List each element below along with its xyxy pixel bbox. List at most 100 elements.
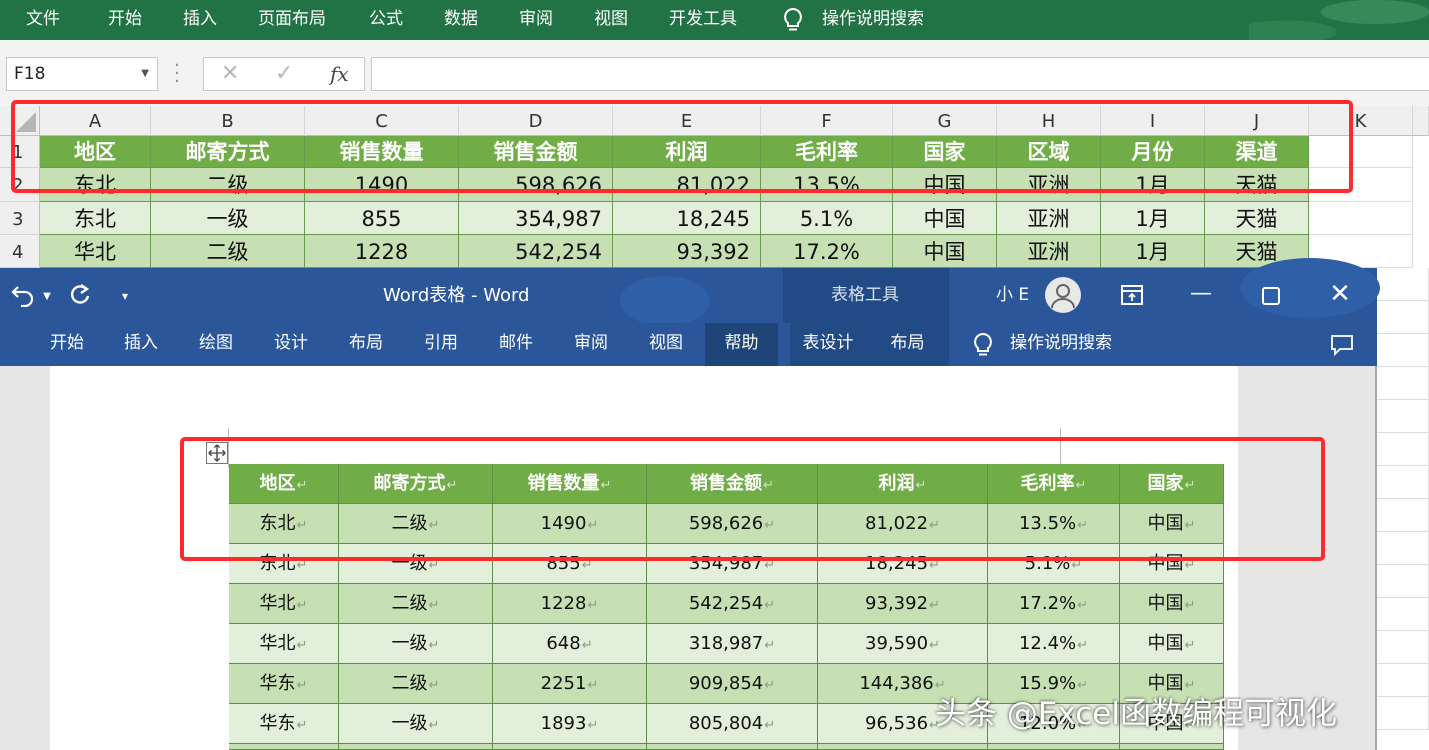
word-data-cell[interactable]: 一级↵ bbox=[339, 544, 493, 584]
word-data-cell[interactable]: 华北↵ bbox=[229, 624, 339, 664]
header-cell[interactable]: 毛利率 bbox=[761, 136, 893, 168]
excel-tab-view[interactable]: 视图 bbox=[594, 0, 628, 40]
word-tab-mailings[interactable]: 邮件 bbox=[485, 323, 547, 366]
header-cell[interactable]: 销售金额 bbox=[459, 136, 613, 168]
word-data-cell[interactable]: 一级↵ bbox=[339, 624, 493, 664]
word-tab-design[interactable]: 设计 bbox=[260, 323, 322, 366]
word-data-cell[interactable]: 17.2%↵ bbox=[988, 584, 1120, 624]
row-header[interactable]: 4 bbox=[0, 235, 40, 268]
column-header[interactable]: E bbox=[613, 106, 761, 136]
column-header[interactable]: C bbox=[305, 106, 459, 136]
word-data-cell[interactable]: 909,854↵ bbox=[647, 664, 818, 704]
word-data-cell[interactable]: 东北↵ bbox=[229, 544, 339, 584]
empty-cell[interactable] bbox=[1377, 433, 1429, 466]
empty-cell[interactable] bbox=[1309, 202, 1413, 235]
data-cell[interactable]: 中国 bbox=[893, 235, 997, 268]
word-data-cell[interactable] bbox=[1120, 744, 1224, 750]
data-cell[interactable]: 中国 bbox=[893, 168, 997, 202]
empty-cell[interactable] bbox=[1377, 499, 1429, 532]
word-tab-draw[interactable]: 绘图 bbox=[185, 323, 247, 366]
data-cell[interactable]: 二级 bbox=[151, 235, 305, 268]
empty-cell[interactable] bbox=[1377, 367, 1429, 400]
header-cell[interactable]: 利润 bbox=[613, 136, 761, 168]
word-data-cell[interactable]: 855↵ bbox=[493, 544, 647, 584]
word-data-cell[interactable]: 318,987↵ bbox=[647, 624, 818, 664]
empty-cell[interactable] bbox=[1377, 301, 1429, 334]
data-cell[interactable]: 855 bbox=[305, 202, 459, 235]
header-cell[interactable]: 区域 bbox=[997, 136, 1101, 168]
header-cell[interactable]: 月份 bbox=[1101, 136, 1205, 168]
column-header[interactable]: H bbox=[997, 106, 1101, 136]
word-tab-insert[interactable]: 插入 bbox=[110, 323, 172, 366]
select-all-corner[interactable] bbox=[0, 106, 40, 136]
column-header[interactable]: B bbox=[151, 106, 305, 136]
data-cell[interactable]: 13.5% bbox=[761, 168, 893, 202]
data-cell[interactable]: 二级 bbox=[151, 168, 305, 202]
row-header[interactable]: 1 bbox=[0, 136, 40, 168]
formula-input[interactable] bbox=[371, 57, 1429, 91]
word-data-cell[interactable]: 中国↵ bbox=[1120, 504, 1224, 544]
excel-tab-insert[interactable]: 插入 bbox=[183, 0, 217, 40]
word-data-cell[interactable]: 中国↵ bbox=[1120, 624, 1224, 664]
word-tab-table-layout[interactable]: 布局 bbox=[866, 323, 949, 366]
data-cell[interactable]: 东北 bbox=[40, 202, 151, 235]
lightbulb-icon[interactable] bbox=[971, 332, 995, 358]
word-tab-view[interactable]: 视图 bbox=[635, 323, 697, 366]
empty-cell[interactable] bbox=[1377, 565, 1429, 598]
word-data-cell[interactable]: 39,590↵ bbox=[818, 624, 988, 664]
data-cell[interactable]: 354,987 bbox=[459, 202, 613, 235]
word-data-cell[interactable] bbox=[493, 744, 647, 750]
excel-tab-file[interactable]: 文件 bbox=[26, 0, 60, 40]
word-data-cell[interactable]: 一级↵ bbox=[339, 704, 493, 744]
word-data-cell[interactable]: 542,254↵ bbox=[647, 584, 818, 624]
column-header[interactable]: A bbox=[40, 106, 151, 136]
column-header[interactable]: K bbox=[1309, 106, 1413, 136]
excel-tab-page-layout[interactable]: 页面布局 bbox=[258, 0, 326, 40]
more-options-icon[interactable]: ··· bbox=[174, 62, 180, 86]
column-header[interactable]: G bbox=[893, 106, 997, 136]
empty-cell[interactable] bbox=[1309, 168, 1413, 202]
excel-tell-me-search[interactable]: 操作说明搜索 bbox=[822, 0, 924, 40]
table-move-handle-icon[interactable] bbox=[206, 442, 228, 464]
header-cell[interactable]: 邮寄方式 bbox=[151, 136, 305, 168]
excel-tab-developer[interactable]: 开发工具 bbox=[669, 0, 737, 40]
header-cell[interactable]: 国家 bbox=[893, 136, 997, 168]
data-cell[interactable]: 17.2% bbox=[761, 235, 893, 268]
data-cell[interactable]: 18,245 bbox=[613, 202, 761, 235]
row-header[interactable]: 2 bbox=[0, 168, 40, 202]
data-cell[interactable]: 542,254 bbox=[459, 235, 613, 268]
word-data-cell[interactable]: 二级↵ bbox=[339, 584, 493, 624]
row-header[interactable]: 3 bbox=[0, 202, 40, 235]
word-header-cell[interactable]: 销售数量↵ bbox=[493, 464, 647, 504]
name-box[interactable]: F18 ▼ bbox=[6, 57, 158, 91]
excel-tab-formulas[interactable]: 公式 bbox=[369, 0, 403, 40]
data-cell[interactable]: 1490 bbox=[305, 168, 459, 202]
word-data-cell[interactable]: 354,987↵ bbox=[647, 544, 818, 584]
data-cell[interactable]: 1月 bbox=[1101, 168, 1205, 202]
header-cell[interactable]: 销售数量 bbox=[305, 136, 459, 168]
word-header-cell[interactable]: 销售金额↵ bbox=[647, 464, 818, 504]
data-cell[interactable]: 天猫 bbox=[1205, 202, 1309, 235]
word-data-cell[interactable]: 中国↵ bbox=[1120, 584, 1224, 624]
word-tell-me-search[interactable]: 操作说明搜索 bbox=[1010, 323, 1120, 366]
empty-cell[interactable] bbox=[1309, 136, 1413, 168]
data-cell[interactable]: 一级 bbox=[151, 202, 305, 235]
word-data-cell[interactable]: 18,245↵ bbox=[818, 544, 988, 584]
word-data-cell[interactable]: 1893↵ bbox=[493, 704, 647, 744]
word-data-cell[interactable]: 805,804↵ bbox=[647, 704, 818, 744]
word-header-cell[interactable]: 利润↵ bbox=[818, 464, 988, 504]
close-icon[interactable]: ✕ bbox=[1324, 268, 1356, 323]
cancel-icon[interactable]: ✕ bbox=[221, 58, 239, 90]
data-cell[interactable]: 598,626 bbox=[459, 168, 613, 202]
word-tab-layout[interactable]: 布局 bbox=[335, 323, 397, 366]
column-header[interactable]: I bbox=[1101, 106, 1205, 136]
data-cell[interactable]: 1228 bbox=[305, 235, 459, 268]
data-cell[interactable]: 华北 bbox=[40, 235, 151, 268]
word-data-cell[interactable] bbox=[229, 744, 339, 750]
data-cell[interactable]: 亚洲 bbox=[997, 235, 1101, 268]
word-data-cell[interactable]: 598,626↵ bbox=[647, 504, 818, 544]
word-data-cell[interactable]: 东北↵ bbox=[229, 504, 339, 544]
word-data-cell[interactable]: 中国↵ bbox=[1120, 544, 1224, 584]
word-data-cell[interactable] bbox=[988, 744, 1120, 750]
word-data-cell[interactable]: 华东↵ bbox=[229, 704, 339, 744]
